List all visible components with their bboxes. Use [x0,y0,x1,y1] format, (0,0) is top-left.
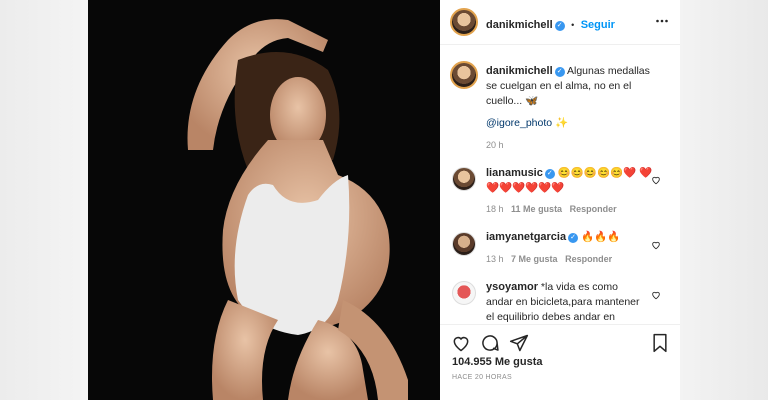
caption-emoji: 🦋 [525,95,539,107]
comment-likes[interactable]: 7 Me gusta [511,254,558,264]
like-button[interactable] [451,333,471,358]
comment-username[interactable]: lianamusic [486,167,543,179]
comment-avatar[interactable] [452,232,476,256]
save-button[interactable] [650,333,670,358]
comment-meta: 18 h 11 Me gusta Responder [486,204,617,214]
header-user: danikmichell ✓ • Seguir [486,15,615,33]
comment-like-button[interactable] [651,172,661,190]
share-icon [509,334,529,352]
comment-username[interactable]: ysoyamor [486,281,538,293]
bookmark-icon [653,333,667,353]
likes-count[interactable]: 104.955 Me gusta [452,356,543,368]
mention-link[interactable]: @igore_photo [486,117,552,129]
caption: danikmichell ✓ Algunas medallas se cuelga… [486,64,654,109]
heart-icon [453,336,469,352]
caption-username[interactable]: danikmichell [486,65,553,77]
comments-list: danikmichell ✓ Algunas medallas se cuelga… [440,45,680,325]
comment-like-button[interactable] [651,237,661,255]
mention-line: @igore_photo ✨ [486,116,568,131]
reply-button[interactable]: Responder [565,254,612,264]
comment-text: 🔥🔥🔥 [581,231,621,243]
comment-likes[interactable]: 11 Me gusta [511,204,562,214]
comment-time[interactable]: 18 h [486,204,504,214]
more-options-button[interactable] [655,14,669,33]
verified-icon: ✓ [554,21,565,31]
comment-button[interactable] [480,333,500,358]
follow-button[interactable]: Seguir [581,19,615,31]
mention-emoji: ✨ [555,117,569,129]
background-left [0,0,88,400]
post-timestamp[interactable]: HACE 20 HORAS [452,374,512,381]
comment-like-button[interactable] [651,287,661,305]
reply-button[interactable]: Responder [570,204,617,214]
comment-item: iamyanetgarcia ✓ 🔥🔥🔥 [486,230,654,245]
username-link[interactable]: danikmichell [486,19,553,31]
caption-time[interactable]: 20 h [486,140,504,150]
separator-dot: • [571,20,575,30]
heart-icon [652,176,660,185]
comment-item: lianamusic ✓ 😊😊😊😊😊❤️ ❤️❤️❤️❤️❤️❤️❤️ [486,166,654,196]
post-details-panel: danikmichell ✓ • Seguir danikmichell ✓ Alg… [440,0,680,400]
more-icon [655,15,669,32]
avatar[interactable] [450,8,478,36]
heart-icon [652,291,660,300]
verified-icon: ✓ [544,169,555,179]
comment-icon [482,335,499,351]
verified-icon: ✓ [568,233,579,243]
verified-icon: ✓ [554,67,565,77]
comment-time[interactable]: 13 h [486,254,504,264]
post-header: danikmichell ✓ • Seguir [440,0,680,45]
comment-meta: 13 h 7 Me gusta Responder [486,254,612,264]
comment-avatar[interactable] [452,167,476,191]
caption-avatar[interactable] [450,61,478,89]
comment-item: ysoyamor *la vida es como andar en bicic… [486,280,646,325]
comment-avatar[interactable] [452,281,476,305]
photo-illustration [88,0,440,400]
share-button[interactable] [509,333,529,358]
heart-icon [652,241,660,250]
post-photo[interactable] [88,0,440,400]
background-right [680,0,768,400]
comment-username[interactable]: iamyanetgarcia [486,231,566,243]
